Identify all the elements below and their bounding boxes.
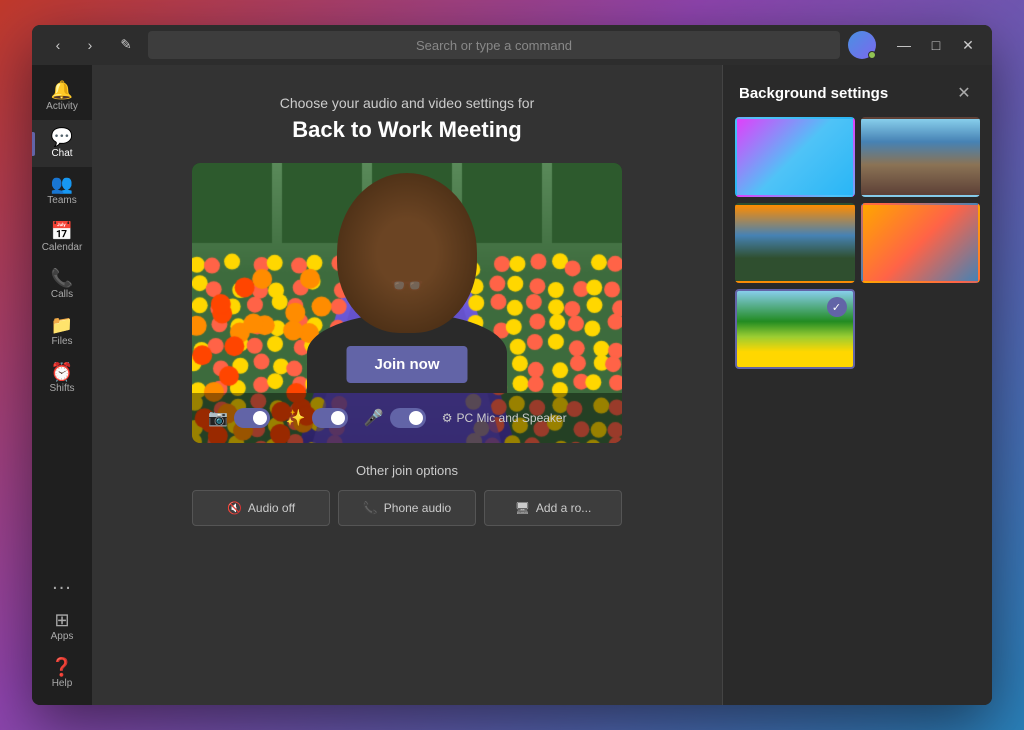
search-input[interactable] [148, 31, 840, 59]
edit-button[interactable]: ✎ [112, 31, 140, 59]
phone-audio-label: Phone audio [384, 501, 451, 515]
sidebar-label-files: Files [51, 336, 72, 347]
teams-icon: 👥 [51, 175, 73, 193]
title-bar: ‹ › ✎ — □ ✕ [32, 25, 992, 65]
forward-button[interactable]: › [76, 31, 104, 59]
add-room-button[interactable]: 🖥 Add a ro... [484, 490, 622, 526]
activity-icon: 🔔 [51, 81, 73, 99]
window-controls: — □ ✕ [892, 33, 980, 57]
sidebar: 🔔 Activity 💬 Chat 👥 Teams 📅 Calendar 📞 C… [32, 65, 92, 705]
calls-icon: 📞 [51, 269, 73, 287]
glasses-icon: 👓 [390, 269, 425, 302]
audio-off-button[interactable]: 🔇 Audio off [192, 490, 330, 526]
settings-icon: ⚙ [442, 411, 453, 425]
meeting-subtitle: Choose your audio and video settings for [280, 95, 535, 111]
bg-thumb-inner-2 [863, 119, 979, 195]
sidebar-label-calendar: Calendar [42, 242, 83, 253]
bg-panel-header: Background settings ✕ [723, 65, 992, 117]
join-now-button[interactable]: Join now [347, 346, 468, 383]
bg-panel-title: Background settings [739, 85, 888, 102]
apps-icon: ⊞ [54, 611, 69, 629]
nav-buttons: ‹ › [44, 31, 104, 59]
join-options-row: 🔇 Audio off 📞 Phone audio 🖥 Add a ro... [192, 490, 622, 526]
bg-thumbnail-grid: ✓ [723, 117, 992, 369]
effects-control: ✨ [286, 408, 348, 428]
meeting-title-area: Choose your audio and video settings for… [280, 95, 535, 143]
sidebar-label-chat: Chat [51, 148, 72, 159]
sidebar-item-activity[interactable]: 🔔 Activity [32, 73, 92, 120]
mic-icon: 🎤 [364, 408, 384, 428]
effects-icon: ✨ [286, 408, 306, 428]
bg-thumbnail-1[interactable] [735, 117, 855, 197]
face: 👓 [337, 173, 477, 333]
mic-control: 🎤 [364, 408, 426, 428]
bg-thumbnail-5[interactable]: ✓ [735, 289, 855, 369]
camera-control: 📷 [208, 408, 270, 428]
room-icon: 🖥 [515, 501, 530, 515]
phone-audio-button[interactable]: 📞 Phone audio [338, 490, 476, 526]
bg-panel-scroll[interactable]: ✓ [723, 117, 992, 705]
selected-check-icon: ✓ [827, 297, 847, 317]
bg-thumb-inner-1 [737, 119, 853, 195]
audio-device-selector[interactable]: ⚙ PC Mic and Speaker [442, 411, 567, 425]
meeting-setup: Choose your audio and video settings for… [92, 65, 722, 705]
back-button[interactable]: ‹ [44, 31, 72, 59]
sidebar-item-calls[interactable]: 📞 Calls [32, 261, 92, 308]
maximize-button[interactable]: □ [924, 33, 948, 57]
more-button[interactable]: ... [52, 564, 72, 603]
chat-icon: 💬 [51, 128, 73, 146]
camera-icon: 📷 [208, 408, 228, 428]
camera-toggle[interactable] [234, 408, 270, 428]
sidebar-item-help[interactable]: ❓ Help [32, 650, 92, 697]
status-indicator [868, 51, 876, 59]
video-preview: 👓 Join now 📷 ✨ [192, 163, 622, 443]
calendar-icon: 📅 [51, 222, 73, 240]
help-icon: ❓ [51, 658, 73, 676]
sidebar-label-calls: Calls [51, 289, 73, 300]
minimize-button[interactable]: — [892, 33, 916, 57]
main-area: 🔔 Activity 💬 Chat 👥 Teams 📅 Calendar 📞 C… [32, 65, 992, 705]
sidebar-label-help: Help [52, 678, 73, 689]
meeting-content: Choose your audio and video settings for… [92, 65, 722, 705]
bg-thumbnail-4[interactable] [861, 203, 981, 283]
other-join-options: Other join options 🔇 Audio off 📞 Phone a… [192, 463, 622, 526]
audio-off-label: Audio off [248, 501, 295, 515]
files-icon: 📁 [51, 316, 73, 334]
add-room-label: Add a ro... [536, 501, 591, 515]
sidebar-label-shifts: Shifts [49, 383, 74, 394]
sidebar-label-apps: Apps [51, 631, 74, 642]
bg-thumbnail-2[interactable] [861, 117, 981, 197]
sidebar-item-calendar[interactable]: 📅 Calendar [32, 214, 92, 261]
sidebar-item-apps[interactable]: ⊞ Apps [32, 603, 92, 650]
audio-device-label: PC Mic and Speaker [457, 411, 567, 425]
meeting-title: Back to Work Meeting [280, 117, 535, 143]
shifts-icon: ⏰ [51, 363, 73, 381]
sidebar-item-teams[interactable]: 👥 Teams [32, 167, 92, 214]
sidebar-label-activity: Activity [46, 101, 78, 112]
video-controls-bar: 📷 ✨ 🎤 ⚙ PC Mic and [192, 393, 622, 443]
bg-thumb-inner-3 [737, 205, 853, 281]
sidebar-item-files[interactable]: 📁 Files [32, 308, 92, 355]
bg-thumbnail-3[interactable] [735, 203, 855, 283]
close-button[interactable]: ✕ [956, 33, 980, 57]
bg-panel-close-button[interactable]: ✕ [952, 81, 976, 105]
other-options-title: Other join options [192, 463, 622, 478]
sidebar-item-chat[interactable]: 💬 Chat [32, 120, 92, 167]
mic-toggle[interactable] [390, 408, 426, 428]
phone-icon: 📞 [363, 501, 378, 515]
avatar[interactable] [848, 31, 876, 59]
bg-thumb-inner-4 [863, 205, 979, 281]
audio-off-icon: 🔇 [227, 501, 242, 515]
app-window: ‹ › ✎ — □ ✕ 🔔 Activity 💬 Chat � [32, 25, 992, 705]
effects-toggle[interactable] [312, 408, 348, 428]
background-settings-panel: Background settings ✕ [722, 65, 992, 705]
sidebar-item-shifts[interactable]: ⏰ Shifts [32, 355, 92, 402]
sidebar-label-teams: Teams [47, 195, 76, 206]
